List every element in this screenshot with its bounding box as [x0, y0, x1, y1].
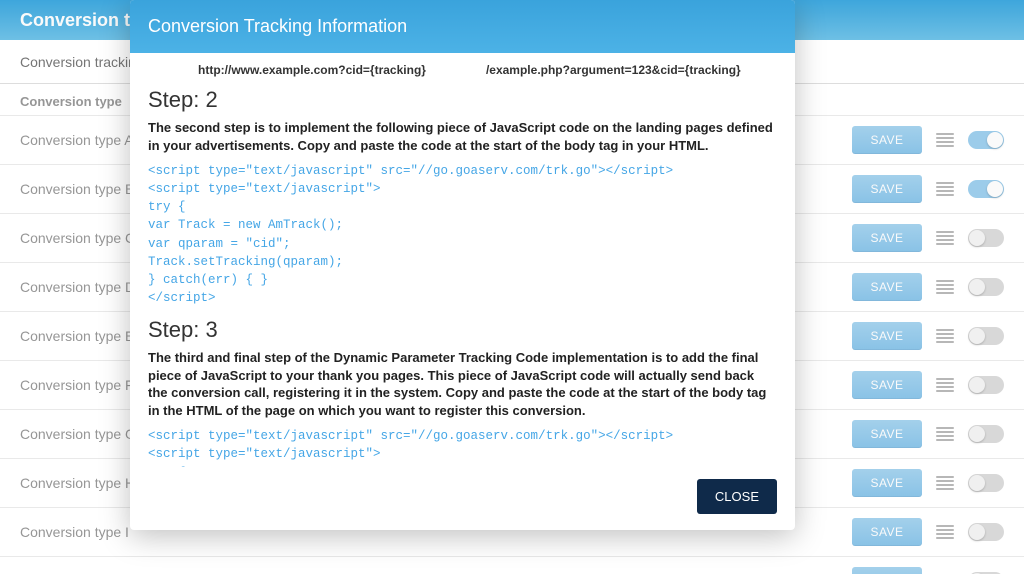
code-block-step3: <script type="text/javascript" src="//go…: [148, 427, 777, 467]
example-url-left: http://www.example.com?cid={tracking}: [198, 63, 426, 77]
modal-footer: CLOSE: [130, 467, 795, 530]
step-2-title: Step: 2: [148, 87, 777, 113]
code-block-step2: <script type="text/javascript" src="//go…: [148, 162, 777, 307]
step-3-desc: The third and final step of the Dynamic …: [148, 349, 777, 419]
step-3-title: Step: 3: [148, 317, 777, 343]
step-2-desc: The second step is to implement the foll…: [148, 119, 777, 154]
example-url-right: /example.php?argument=123&cid={tracking}: [486, 63, 741, 77]
modal-title: Conversion Tracking Information: [130, 0, 795, 53]
modal: Conversion Tracking Information http://w…: [130, 0, 795, 530]
modal-body[interactable]: http://www.example.com?cid={tracking} /e…: [130, 53, 795, 467]
close-button[interactable]: CLOSE: [697, 479, 777, 514]
